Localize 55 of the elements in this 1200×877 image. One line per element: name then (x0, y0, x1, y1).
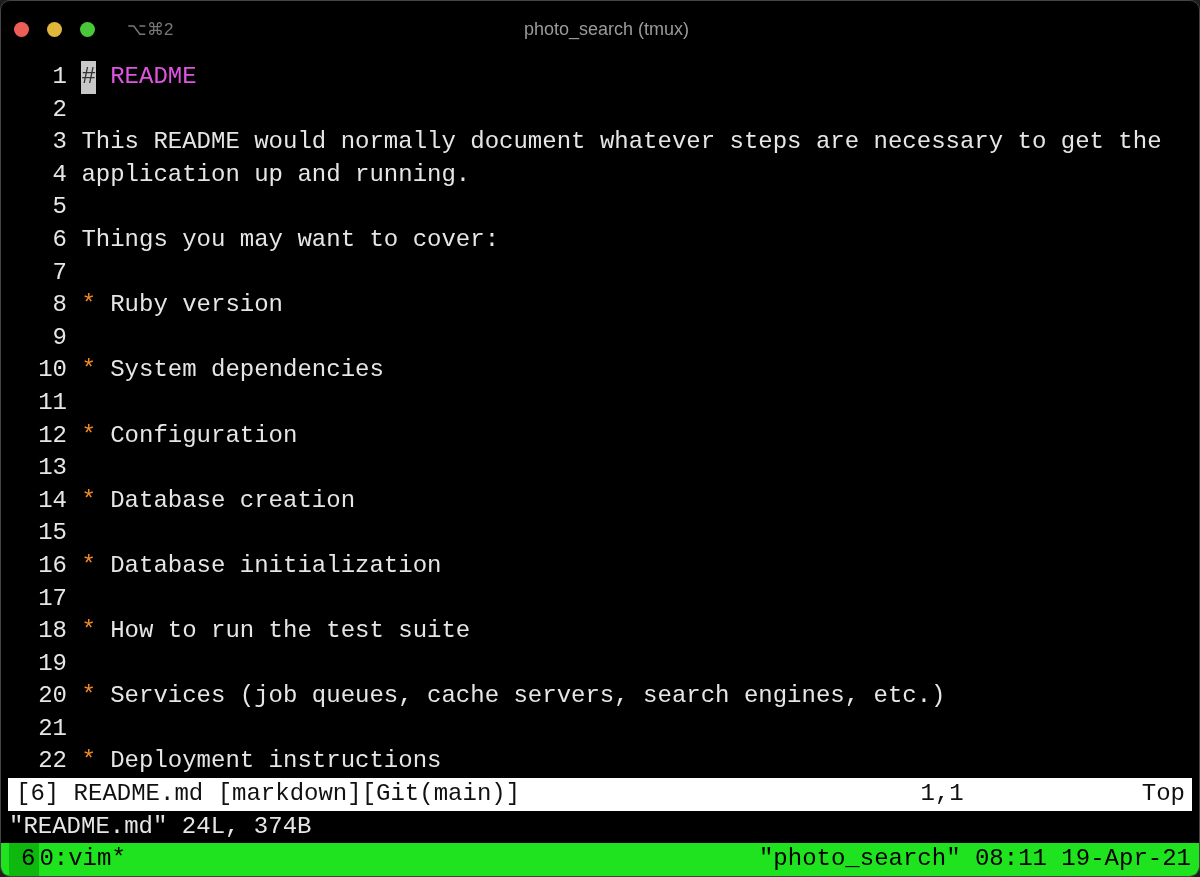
line-number: 19 (37, 648, 67, 679)
window-shortcut: ⌥⌘2 (127, 19, 174, 40)
line-number: 4 (51, 159, 67, 190)
heading-marker: # (81, 61, 96, 94)
file-info: [6] README.md [markdown][Git(main)] (16, 779, 521, 810)
bullet-marker: * (81, 420, 96, 451)
close-button[interactable] (14, 22, 29, 37)
line-text: Database initialization (110, 550, 442, 581)
bullet-marker: * (81, 616, 96, 647)
scroll-position: Top (1141, 779, 1185, 810)
line-number: 14 (37, 485, 67, 516)
line-text: How to run the test suite (110, 616, 471, 647)
bullet-marker: * (81, 681, 96, 712)
line-number: 20 (37, 681, 67, 712)
line-number: 10 (37, 355, 67, 386)
line-number: 17 (37, 583, 67, 614)
line-number: 18 (37, 616, 67, 647)
minimize-button[interactable] (47, 22, 62, 37)
line-number: 16 (37, 550, 67, 581)
line-number: 7 (51, 257, 67, 288)
line-text: Services (job queues, cache servers, search engines, etc.) (110, 681, 946, 712)
line-text: Deployment instructions (110, 746, 442, 777)
line-number: 5 (51, 192, 67, 223)
line-number: 15 (37, 518, 67, 549)
bullet-marker: * (81, 290, 96, 321)
line-number: 2 (51, 94, 67, 125)
line-text: System dependencies (110, 355, 384, 386)
line-number: 11 (37, 387, 67, 418)
line-number: 3 (51, 127, 67, 158)
bullet-marker: * (81, 746, 96, 777)
maximize-button[interactable] (80, 22, 95, 37)
line-text: Things you may want to cover: (81, 224, 500, 255)
session-info: "photo_search" 08:11 19-Apr-21 (758, 844, 1191, 875)
message-line: "README.md" 24L, 374B (9, 811, 313, 842)
line-number: 22 (37, 746, 67, 777)
bullet-marker: * (81, 550, 96, 581)
line-text: This README would normally document whatever steps are necessary to get the (81, 127, 1162, 158)
line-number: 13 (37, 453, 67, 484)
line-number: 6 (51, 224, 67, 255)
line-number: 9 (51, 322, 67, 353)
bullet-marker: * (81, 355, 96, 386)
cursor-position: 1,1 (920, 779, 964, 810)
line-text: Configuration (110, 420, 298, 451)
session-index: 6 (9, 843, 40, 876)
line-text: application up and running. (81, 159, 471, 190)
bullet-marker: * (81, 485, 96, 516)
window-tab[interactable]: 0:vim* (39, 843, 126, 876)
line-text: Database creation (110, 485, 356, 516)
window-title: photo_search (tmux) (523, 19, 690, 40)
line-number: 12 (37, 420, 67, 451)
heading-text: README (110, 62, 197, 92)
line-number: 8 (51, 290, 67, 321)
line-number: 1 (51, 62, 67, 92)
line-number: 21 (37, 713, 67, 744)
line-text: Ruby version (110, 290, 283, 321)
